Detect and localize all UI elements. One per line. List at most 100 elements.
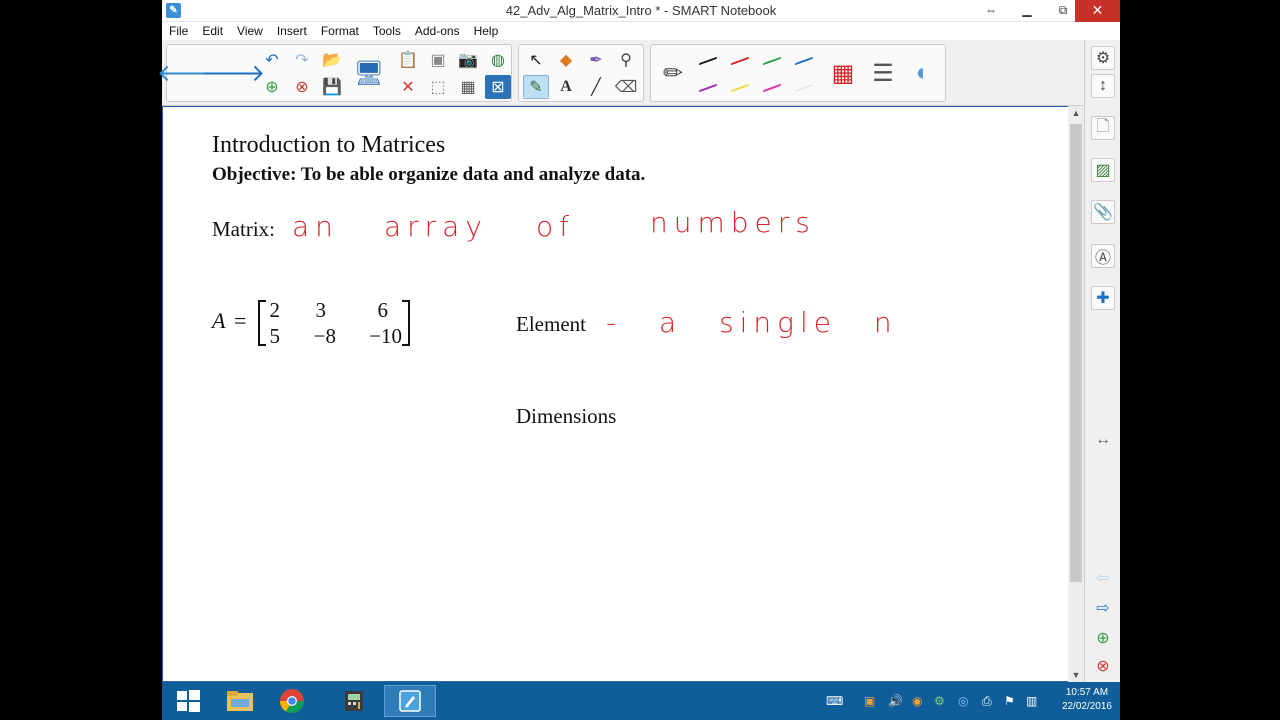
shapes-tool-button[interactable]: ◆	[553, 48, 579, 72]
magic-pen-button[interactable]: ✒	[583, 48, 609, 72]
table-button[interactable]: ▦	[455, 75, 481, 99]
full-screen-button[interactable]: ⊠	[485, 75, 511, 99]
properties-icon[interactable]: Ⓐ	[1091, 244, 1115, 268]
screen-shade-button[interactable]: ▣	[425, 48, 451, 72]
smart-notebook-taskbar-icon[interactable]	[384, 685, 436, 717]
capture-button[interactable]: 📷	[455, 48, 481, 72]
select-tool-button[interactable]: ↖	[523, 48, 549, 72]
settings-gear-icon[interactable]: ⚙	[1091, 46, 1115, 70]
matrix-cell: 3	[315, 298, 327, 322]
file-explorer-icon[interactable]	[214, 685, 266, 717]
pen-color-white[interactable]	[791, 75, 817, 99]
pen-color-red[interactable]	[727, 48, 753, 72]
tray-gear-icon[interactable]: ⚙	[934, 694, 945, 708]
page-sorter-icon[interactable]: 🗋	[1091, 116, 1115, 140]
text-tool-button[interactable]: A	[553, 75, 579, 99]
add-page-button[interactable]: ⊕	[259, 75, 285, 99]
save-button[interactable]: 💾	[319, 75, 345, 99]
element-handwriting: - a single n	[606, 306, 898, 339]
pen-color-yellow[interactable]	[727, 75, 753, 99]
screen-capture-icon[interactable]: ⬚	[425, 75, 451, 99]
delete-page-button[interactable]: ⊗	[289, 75, 315, 99]
document-camera-button[interactable]: ◍	[485, 48, 511, 72]
title-bar: ✎ 42_Adv_Alg_Matrix_Intro * - SMART Note…	[162, 0, 1120, 22]
tray-flag-icon[interactable]: ⚑	[1004, 694, 1015, 708]
attachments-icon[interactable]: 📎	[1091, 200, 1115, 224]
matrix-equation: A = 2 3 6 5 −8 −10	[212, 296, 422, 352]
panel-resize-icon[interactable]: ↔	[1091, 428, 1115, 452]
keyboard-icon[interactable]: ⌨	[826, 694, 843, 708]
gallery-icon[interactable]: ▨	[1091, 158, 1115, 182]
eraser-tool-button[interactable]: ⌫	[613, 75, 639, 99]
matrix-name: A	[212, 308, 226, 333]
close-button[interactable]: ✕	[1075, 0, 1120, 22]
screen-recorder-icon[interactable]	[328, 685, 380, 717]
main-toolbar: 🡐 🡒 ↶ ↷ 📂 ⊕ ⊗ 💾 🖥 📋 ▣ 📷 ◍ ✕ ⬚ ▦ ⊠ ↖ ◆ ✒ …	[157, 40, 1120, 106]
handwriting-word: numbers	[650, 206, 816, 239]
clock-date: 22/02/2016	[1061, 701, 1112, 712]
toolbar-group-navigation: 🡐 🡒 ↶ ↷ 📂 ⊕ ⊗ 💾 🖥 📋 ▣ 📷 ◍ ✕ ⬚ ▦ ⊠	[157, 44, 512, 102]
menu-view[interactable]: View	[230, 22, 270, 38]
pen-type-icon[interactable]: ✏	[655, 48, 691, 98]
menu-addons[interactable]: Add-ons	[408, 22, 467, 38]
volume-icon[interactable]: 🔊	[888, 694, 903, 708]
network-icon[interactable]: ▥	[1026, 694, 1037, 708]
menu-help[interactable]: Help	[467, 22, 506, 38]
pen-color-black[interactable]	[695, 48, 721, 72]
vertical-scrollbar[interactable]: ▲ ▼	[1068, 106, 1084, 682]
matrix-cell: 5	[269, 324, 281, 348]
toolbar-group-properties: ✏ ▦ ☰ ◐	[650, 44, 946, 102]
windows-taskbar: ⌨ ▣ 🔊 ◉ ⚙ ◎ ⎙ ⚑ ▥ 10:57 AM 22/02/2016	[162, 682, 1120, 720]
paste-button[interactable]: 📋	[395, 48, 421, 72]
taskbar-clock[interactable]: 10:57 AM 22/02/2016	[1062, 686, 1112, 714]
display-screen-icon[interactable]: 🖥	[351, 48, 387, 98]
scroll-thumb[interactable]	[1070, 124, 1082, 582]
color-palette-icon[interactable]: ▦	[825, 48, 861, 98]
pen-color-purple[interactable]	[695, 75, 721, 99]
matrix-cell: 6	[377, 298, 389, 322]
menu-edit[interactable]: Edit	[195, 22, 230, 38]
add-ons-icon[interactable]: ✚	[1091, 286, 1115, 310]
tray-printer-icon[interactable]: ⎙	[982, 694, 992, 709]
start-button-windows-icon[interactable]	[162, 685, 214, 717]
menu-bar: File Edit View Insert Format Tools Add-ons Help	[162, 22, 1120, 40]
resize-handle-icon[interactable]: ⇔	[974, 0, 1008, 22]
next-page-button[interactable]: 🡒	[201, 48, 265, 98]
panel-add-page-icon[interactable]: ⊕	[1091, 626, 1115, 650]
matrix-term-label: Matrix:	[212, 217, 275, 241]
transparency-icon[interactable]: ◐	[905, 48, 941, 98]
panel-prev-page-icon[interactable]: ⇦	[1091, 566, 1115, 590]
undo-button[interactable]: ↶	[259, 48, 285, 72]
objective-text: Objective: To be able organize data and …	[212, 164, 646, 185]
scroll-down-icon[interactable]: ▼	[1068, 668, 1084, 682]
handwriting-word: an	[292, 210, 339, 243]
scroll-up-icon[interactable]: ▲	[1068, 106, 1084, 120]
pen-color-green[interactable]	[759, 48, 785, 72]
tray-network-app-icon[interactable]: ◎	[958, 694, 968, 708]
menu-insert[interactable]: Insert	[270, 22, 314, 38]
pen-color-blue[interactable]	[791, 48, 817, 72]
panel-delete-page-icon[interactable]: ⊗	[1091, 654, 1115, 678]
line-tool-button[interactable]: ╱	[583, 75, 609, 99]
menu-tools[interactable]: Tools	[366, 22, 408, 38]
chrome-icon[interactable]	[266, 685, 318, 717]
notebook-page[interactable]: Introduction to Matrices Objective: To b…	[162, 106, 1068, 682]
pen-color-magenta[interactable]	[759, 75, 785, 99]
move-sidebar-icon[interactable]: ↕	[1091, 74, 1115, 98]
tray-app-icon[interactable]: ▣	[864, 694, 875, 708]
pens-tool-button[interactable]: ✎	[523, 75, 549, 99]
panel-next-page-icon[interactable]: ⇨	[1091, 596, 1115, 620]
line-style-icon[interactable]: ☰	[865, 48, 901, 98]
minimize-button[interactable]: ▁	[1010, 0, 1044, 22]
menu-format[interactable]: Format	[314, 22, 366, 38]
tray-sync-icon[interactable]: ◉	[912, 694, 922, 708]
smart-notebook-window: ✎ 42_Adv_Alg_Matrix_Intro * - SMART Note…	[157, 0, 1120, 720]
dimensions-term-label: Dimensions	[516, 404, 617, 428]
menu-file[interactable]: File	[162, 22, 195, 38]
matrix-cell: −10	[369, 324, 402, 348]
fill-tool-button[interactable]: ⚲	[613, 48, 639, 72]
redo-button[interactable]: ↷	[289, 48, 315, 72]
delete-button[interactable]: ✕	[395, 75, 421, 99]
open-file-button[interactable]: 📂	[319, 48, 345, 72]
handwriting-word: of	[536, 210, 575, 243]
